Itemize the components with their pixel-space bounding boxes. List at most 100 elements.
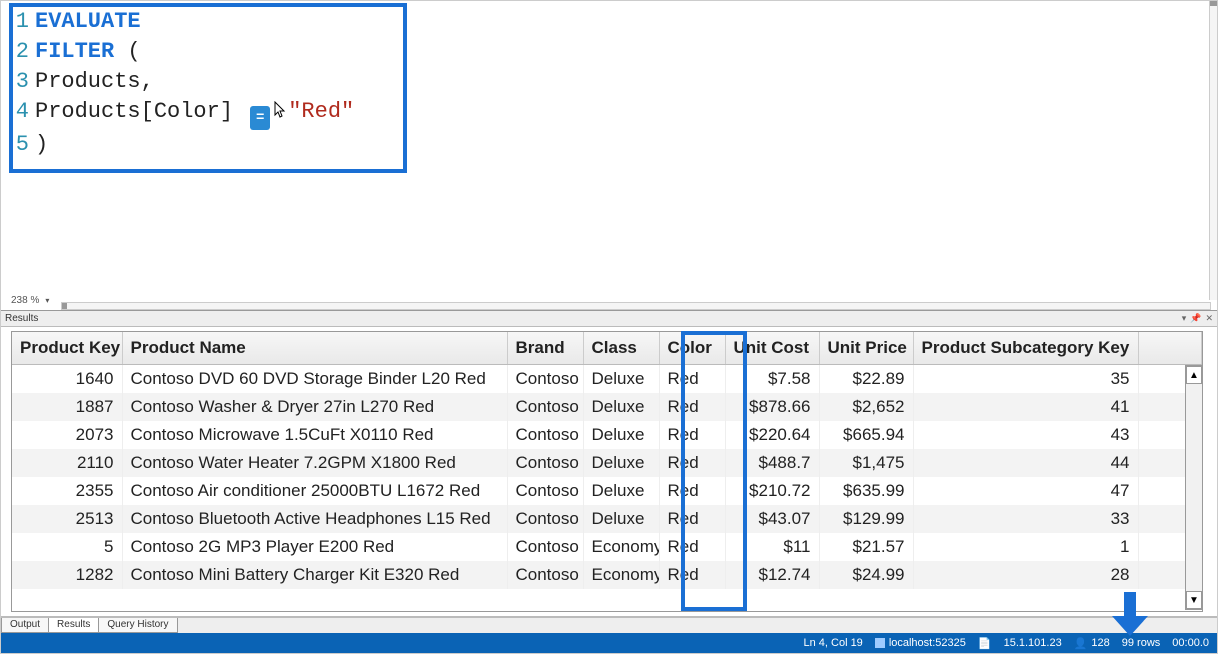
cell-ucost[interactable]: $43.07 [725, 505, 819, 533]
cell-key[interactable]: 1282 [12, 561, 122, 589]
cell-class[interactable]: Deluxe [583, 505, 659, 533]
cell-ucost[interactable]: $7.58 [725, 365, 819, 394]
code-content[interactable]: ) [35, 130, 48, 160]
cell-uprice[interactable]: $1,475 [819, 449, 913, 477]
status-server[interactable]: localhost:52325 [875, 637, 966, 649]
cell-class[interactable]: Deluxe [583, 393, 659, 421]
results-grid[interactable]: Product Key Product Name Brand Class Col… [12, 332, 1202, 589]
cell-subk[interactable]: 44 [913, 449, 1138, 477]
col-header-subcat-key[interactable]: Product Subcategory Key [913, 332, 1138, 365]
cell-uprice[interactable]: $635.99 [819, 477, 913, 505]
cell-color[interactable]: Red [659, 449, 725, 477]
cell-key[interactable]: 5 [12, 533, 122, 561]
cell-color[interactable]: Red [659, 477, 725, 505]
cell-brand[interactable]: Contoso [507, 365, 583, 394]
cell-name[interactable]: Contoso DVD 60 DVD Storage Binder L20 Re… [122, 365, 507, 394]
cell-class[interactable]: Deluxe [583, 365, 659, 394]
chevron-down-icon[interactable]: ▾ [45, 296, 49, 305]
cell-key[interactable]: 2355 [12, 477, 122, 505]
cell-brand[interactable]: Contoso [507, 393, 583, 421]
col-header-unit-cost[interactable]: Unit Cost [725, 332, 819, 365]
table-row[interactable]: 5Contoso 2G MP3 Player E200 RedContosoEc… [12, 533, 1202, 561]
cell-brand[interactable]: Contoso [507, 421, 583, 449]
dax-editor-pane[interactable]: 1EVALUATE2FILTER (3 Products,4 Products[… [1, 1, 1217, 311]
code-content[interactable]: Products, [35, 67, 154, 97]
code-line[interactable]: 4 Products[Color] "Red" [1, 97, 1217, 130]
cell-brand[interactable]: Contoso [507, 533, 583, 561]
col-header-unit-price[interactable]: Unit Price [819, 332, 913, 365]
cell-ucost[interactable]: $11 [725, 533, 819, 561]
results-panel-titlebar[interactable]: Results ▾ 📌 ✕ [1, 311, 1217, 327]
code-line[interactable]: 3 Products, [1, 67, 1217, 97]
cell-subk[interactable]: 47 [913, 477, 1138, 505]
scroll-thumb[interactable] [1210, 1, 1217, 6]
cell-ucost[interactable]: $210.72 [725, 477, 819, 505]
cell-brand[interactable]: Contoso [507, 561, 583, 589]
status-doc[interactable]: 📄 [978, 637, 992, 650]
code-area[interactable]: 1EVALUATE2FILTER (3 Products,4 Products[… [1, 1, 1217, 160]
tab-query-history[interactable]: Query History [98, 618, 177, 633]
scroll-up-button[interactable]: ▲ [1186, 366, 1202, 384]
col-header-class[interactable]: Class [583, 332, 659, 365]
table-row[interactable]: 1887Contoso Washer & Dryer 27in L270 Red… [12, 393, 1202, 421]
cell-name[interactable]: Contoso Microwave 1.5CuFt X0110 Red [122, 421, 507, 449]
cell-ucost[interactable]: $878.66 [725, 393, 819, 421]
results-grid-container[interactable]: Product Key Product Name Brand Class Col… [11, 331, 1203, 612]
col-header-product-name[interactable]: Product Name [122, 332, 507, 365]
cell-subk[interactable]: 1 [913, 533, 1138, 561]
table-row[interactable]: 2073Contoso Microwave 1.5CuFt X0110 RedC… [12, 421, 1202, 449]
cell-uprice[interactable]: $24.99 [819, 561, 913, 589]
cell-name[interactable]: Contoso Mini Battery Charger Kit E320 Re… [122, 561, 507, 589]
cell-color[interactable]: Red [659, 505, 725, 533]
cell-key[interactable]: 2513 [12, 505, 122, 533]
table-row[interactable]: 1640Contoso DVD 60 DVD Storage Binder L2… [12, 365, 1202, 394]
cell-key[interactable]: 2073 [12, 421, 122, 449]
cell-brand[interactable]: Contoso [507, 449, 583, 477]
cell-subk[interactable]: 33 [913, 505, 1138, 533]
cell-subk[interactable]: 41 [913, 393, 1138, 421]
cell-uprice[interactable]: $21.57 [819, 533, 913, 561]
cell-class[interactable]: Economy [583, 533, 659, 561]
cell-uprice[interactable]: $129.99 [819, 505, 913, 533]
cell-class[interactable]: Deluxe [583, 421, 659, 449]
cell-key[interactable]: 1887 [12, 393, 122, 421]
cell-key[interactable]: 1640 [12, 365, 122, 394]
tab-output[interactable]: Output [1, 618, 49, 633]
code-content[interactable]: Products[Color] "Red" [35, 97, 354, 130]
results-vertical-scrollbar[interactable]: ▲ ▼ [1185, 365, 1203, 610]
cell-uprice[interactable]: $665.94 [819, 421, 913, 449]
dropdown-icon[interactable]: ▾ [1182, 313, 1187, 324]
cell-ucost[interactable]: $220.64 [725, 421, 819, 449]
code-line[interactable]: 5) [1, 130, 1217, 160]
pin-icon[interactable]: 📌 [1190, 313, 1201, 324]
cell-color[interactable]: Red [659, 393, 725, 421]
cell-subk[interactable]: 28 [913, 561, 1138, 589]
cell-class[interactable]: Deluxe [583, 449, 659, 477]
tab-results[interactable]: Results [48, 618, 99, 633]
col-header-product-key[interactable]: Product Key [12, 332, 122, 365]
col-header-brand[interactable]: Brand [507, 332, 583, 365]
editor-zoom-indicator[interactable]: 238 % ▾ [11, 295, 49, 306]
cell-uprice[interactable]: $2,652 [819, 393, 913, 421]
table-row[interactable]: 2355Contoso Air conditioner 25000BTU L16… [12, 477, 1202, 505]
cell-subk[interactable]: 35 [913, 365, 1138, 394]
cell-color[interactable]: Red [659, 533, 725, 561]
cell-class[interactable]: Deluxe [583, 477, 659, 505]
cell-color[interactable]: Red [659, 561, 725, 589]
code-content[interactable]: FILTER ( [35, 37, 141, 67]
code-line[interactable]: 2FILTER ( [1, 37, 1217, 67]
cell-ucost[interactable]: $12.74 [725, 561, 819, 589]
editor-horizontal-scrollbar[interactable] [61, 302, 1211, 310]
cell-name[interactable]: Contoso Washer & Dryer 27in L270 Red [122, 393, 507, 421]
cell-name[interactable]: Contoso Water Heater 7.2GPM X1800 Red [122, 449, 507, 477]
code-content[interactable]: EVALUATE [35, 7, 141, 37]
scroll-thumb[interactable] [62, 303, 67, 309]
table-row[interactable]: 2110Contoso Water Heater 7.2GPM X1800 Re… [12, 449, 1202, 477]
cell-name[interactable]: Contoso Air conditioner 25000BTU L1672 R… [122, 477, 507, 505]
cell-brand[interactable]: Contoso [507, 505, 583, 533]
cell-subk[interactable]: 43 [913, 421, 1138, 449]
cell-uprice[interactable]: $22.89 [819, 365, 913, 394]
scroll-down-button[interactable]: ▼ [1186, 591, 1202, 609]
cell-brand[interactable]: Contoso [507, 477, 583, 505]
col-header-color[interactable]: Color [659, 332, 725, 365]
